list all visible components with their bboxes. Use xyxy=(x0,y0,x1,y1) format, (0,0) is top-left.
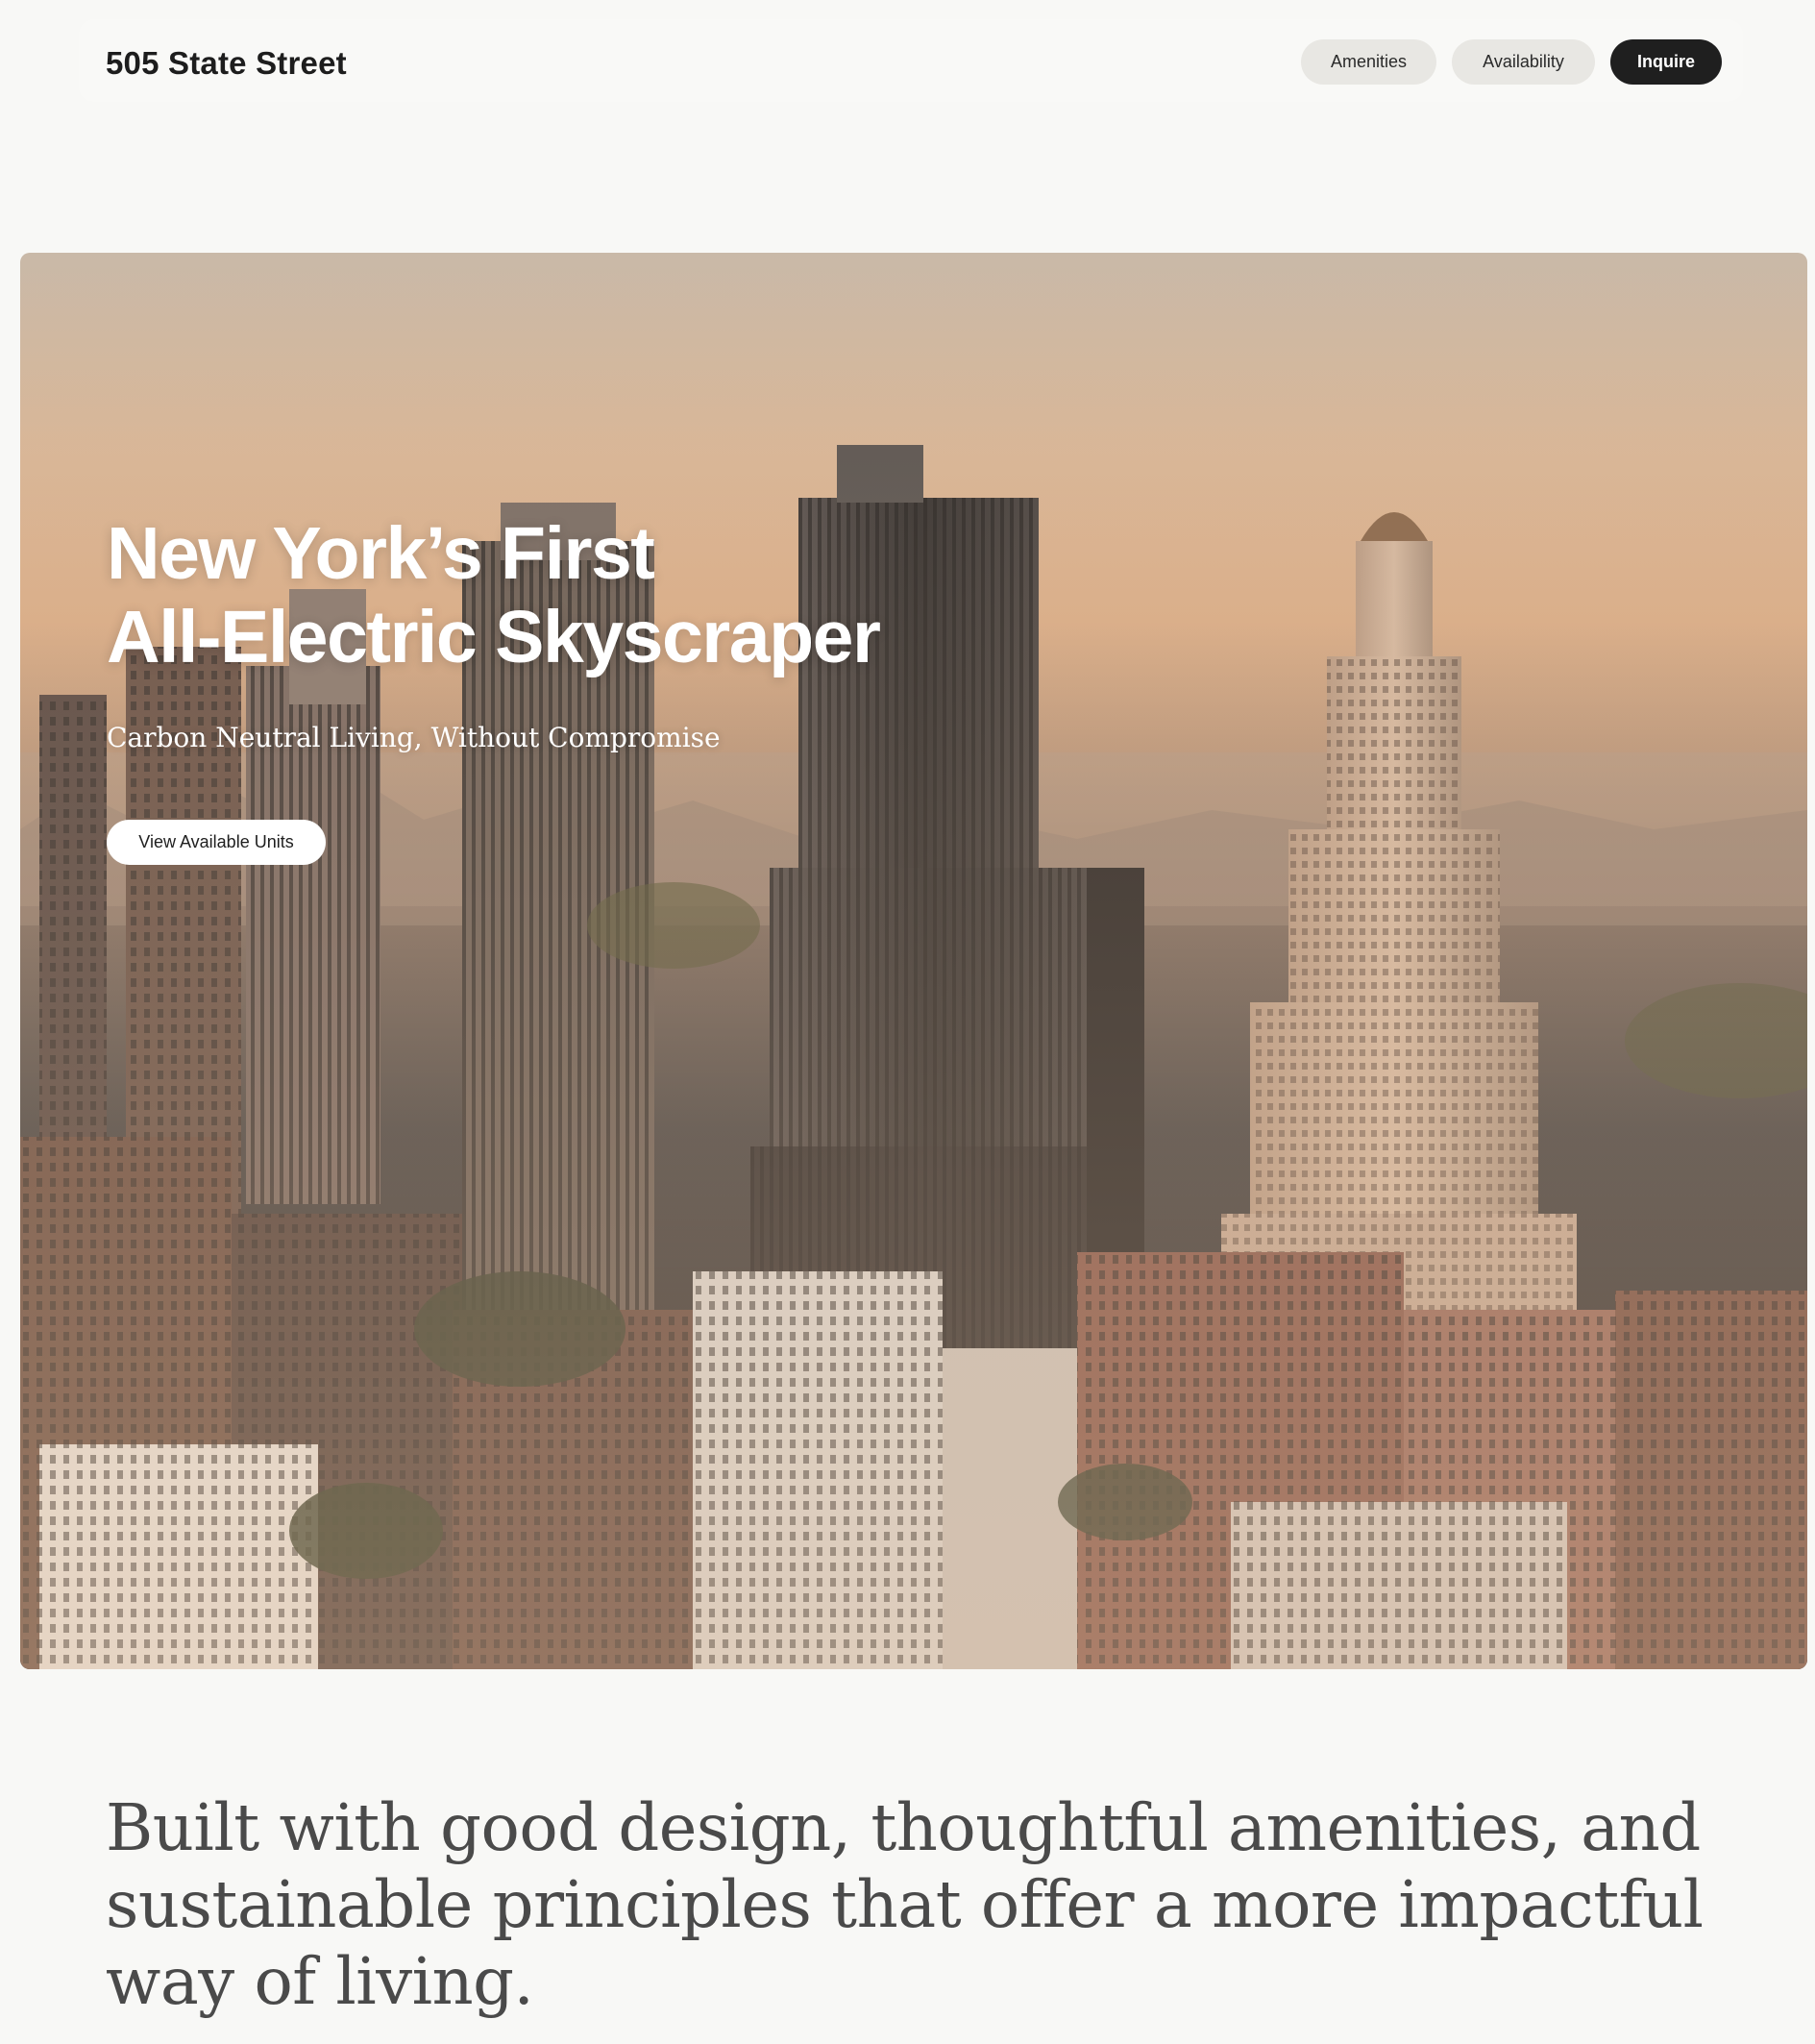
intro-statement: Built with good design, thoughtful ameni… xyxy=(106,1790,1704,2019)
nav-amenities-button[interactable]: Amenities xyxy=(1301,39,1436,85)
brand-logo[interactable]: 505 State Street xyxy=(106,45,347,82)
nav-inquire-button[interactable]: Inquire xyxy=(1610,39,1722,85)
nav-availability-button[interactable]: Availability xyxy=(1452,39,1595,85)
hero-subtitle: Carbon Neutral Living, Without Compromis… xyxy=(107,722,721,753)
hero-title: New York’s First All-Electric Skyscraper xyxy=(107,512,881,679)
view-available-units-button[interactable]: View Available Units xyxy=(107,820,326,865)
hero-section: New York’s First All-Electric Skyscraper… xyxy=(20,253,1807,1669)
site-header: 505 State Street Amenities Availability … xyxy=(79,19,1743,102)
hero-title-line-2: All-Electric Skyscraper xyxy=(107,596,881,678)
hero-title-line-1: New York’s First xyxy=(107,512,655,595)
hero-skyline-image xyxy=(20,253,1807,1669)
main-nav: Amenities Availability Inquire xyxy=(1301,39,1722,85)
